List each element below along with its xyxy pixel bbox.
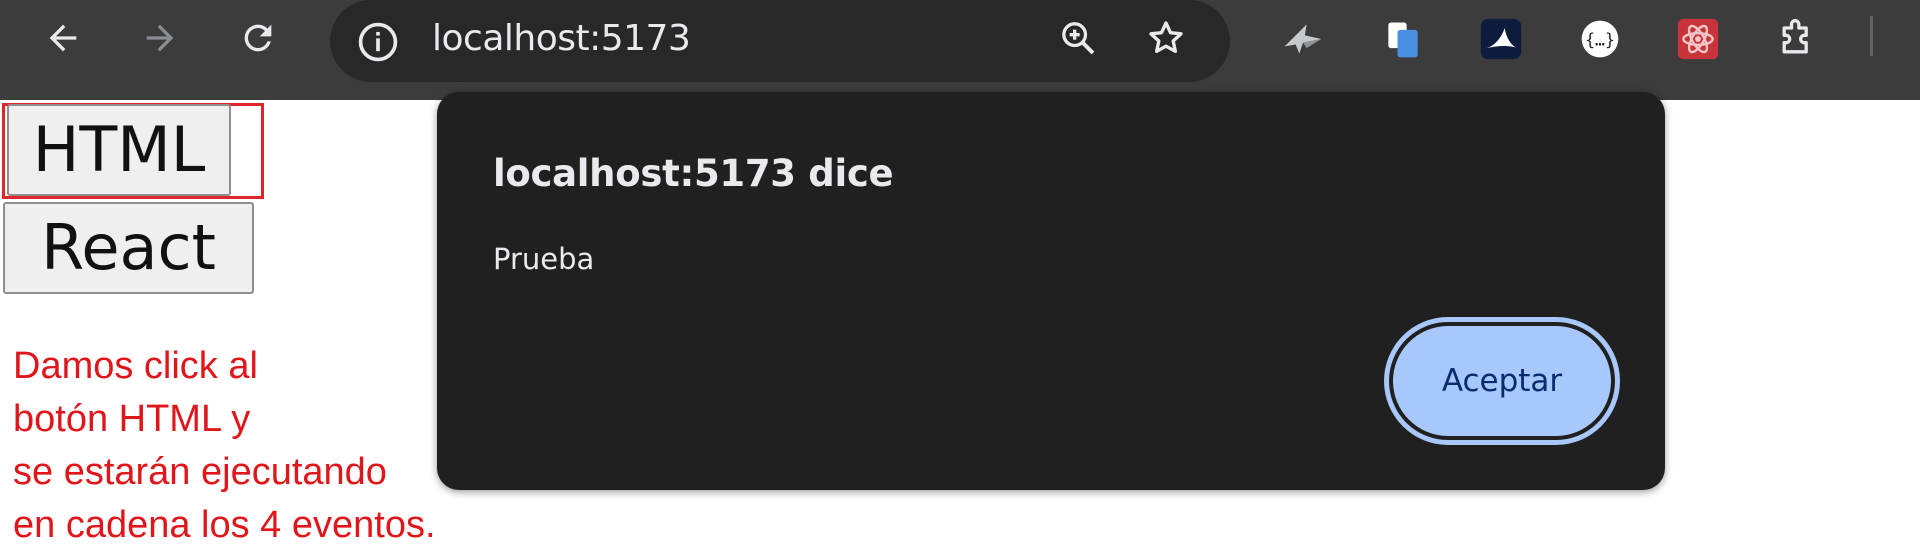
zoom-in-icon[interactable] (1048, 8, 1108, 68)
extension-clipboard-icon[interactable] (1378, 14, 1428, 64)
svg-text:{…}: {…} (1585, 30, 1615, 49)
alert-dialog: localhost:5173 dice Prueba Aceptar (437, 92, 1665, 490)
extension-shark-icon[interactable] (1278, 14, 1328, 64)
extension-react-devtools-icon[interactable] (1673, 14, 1723, 64)
puzzle-icon[interactable] (1772, 14, 1822, 64)
annotation-text: Damos click al botón HTML y se estarán e… (13, 345, 436, 546)
info-icon[interactable] (355, 19, 401, 65)
star-icon[interactable] (1136, 8, 1196, 68)
dialog-title: localhost:5173 dice (493, 152, 894, 195)
extension-moon-icon[interactable] (1476, 14, 1526, 64)
browser-toolbar: localhost:5173 {…} (0, 0, 1920, 100)
extension-braces-icon[interactable]: {…} (1575, 14, 1625, 64)
html-button[interactable]: HTML (7, 104, 231, 196)
url-text[interactable]: localhost:5173 (432, 14, 691, 64)
dialog-message: Prueba (493, 242, 595, 276)
accept-button[interactable]: Aceptar (1389, 322, 1615, 440)
react-button[interactable]: React (3, 202, 254, 294)
toolbar-divider (1870, 16, 1873, 56)
reload-icon[interactable] (228, 8, 288, 68)
back-arrow-icon[interactable] (33, 8, 93, 68)
forward-arrow-icon[interactable] (130, 8, 190, 68)
